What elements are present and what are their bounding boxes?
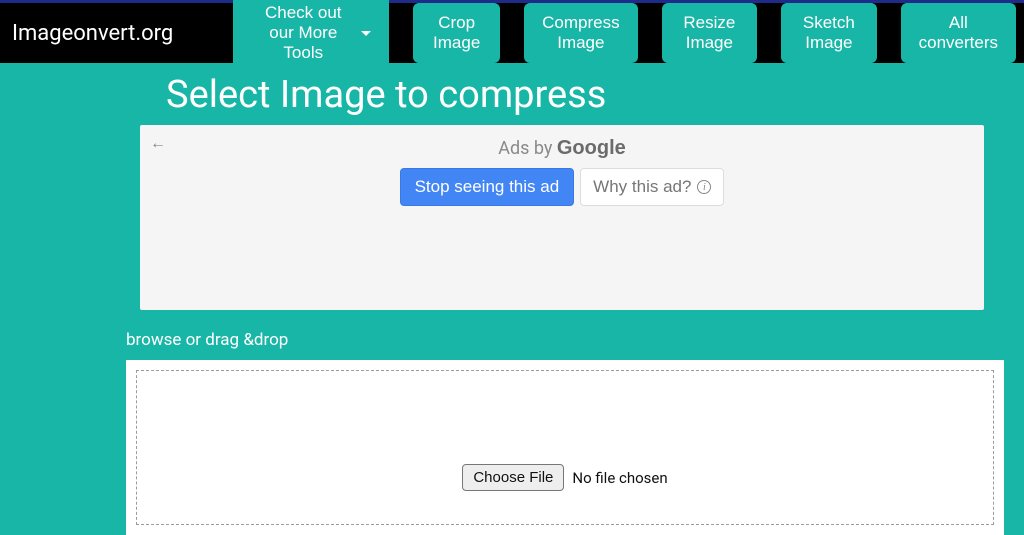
stop-seeing-ad-button[interactable]: Stop seeing this ad — [400, 168, 575, 206]
ads-by-prefix: Ads by — [498, 138, 557, 159]
dropzone-container: Choose File No file chosen — [126, 360, 1004, 535]
page-title: Select Image to compress — [0, 63, 1024, 125]
nav-resize-button[interactable]: Resize Image — [662, 3, 758, 63]
nav-more-tools-dropdown[interactable]: Check out our More Tools — [233, 0, 389, 73]
nav-crop-button[interactable]: Crop Image — [413, 3, 500, 63]
ad-card: ← Ads by Google Stop seeing this ad Why … — [140, 125, 984, 310]
why-this-ad-button[interactable]: Why this ad? i — [580, 168, 724, 206]
dropzone[interactable]: Choose File No file chosen — [136, 370, 994, 525]
nav-more-tools-label: Check out our More Tools — [251, 3, 355, 63]
nav-all-converters-button[interactable]: All converters — [901, 3, 1016, 63]
chevron-down-icon — [361, 31, 371, 36]
google-logo-text: Google — [557, 137, 626, 159]
back-arrow-icon[interactable]: ← — [150, 133, 166, 153]
info-icon: i — [697, 180, 711, 194]
navbar: Imageonvert.org Check out our More Tools… — [0, 3, 1024, 63]
why-this-ad-label: Why this ad? — [593, 177, 691, 197]
brand-logo[interactable]: Imageonvert.org — [8, 21, 177, 46]
nav-compress-button[interactable]: Compress Image — [524, 3, 637, 63]
choose-file-button[interactable]: Choose File — [462, 464, 564, 491]
upload-hint: browse or drag &drop — [0, 310, 1024, 360]
file-status: No file chosen — [572, 469, 667, 487]
nav-sketch-button[interactable]: Sketch Image — [781, 3, 877, 63]
ads-by-label: Ads by Google — [148, 133, 976, 168]
